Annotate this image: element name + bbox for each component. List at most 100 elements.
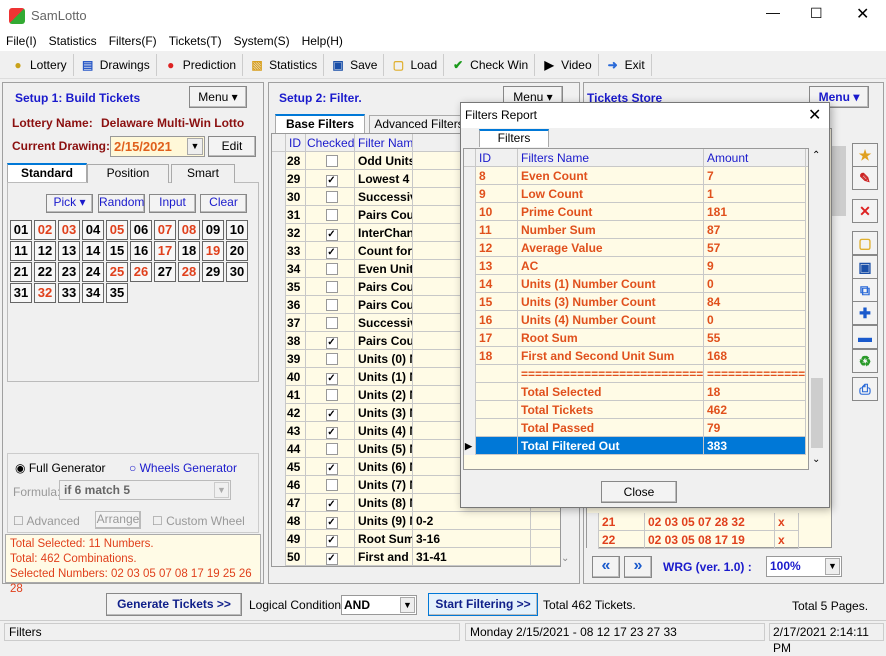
row-indicator[interactable]: [272, 476, 286, 494]
number-32-button[interactable]: 32: [34, 283, 56, 303]
row-indicator[interactable]: [464, 275, 476, 293]
report-row[interactable]: 8 Even Count 7: [464, 167, 806, 185]
pick-button[interactable]: Pick ▾: [46, 194, 93, 213]
random-button[interactable]: Random: [98, 194, 145, 213]
checkbox-checked-icon[interactable]: ✓: [325, 337, 338, 349]
row-indicator[interactable]: [272, 188, 286, 206]
advanced-checkbox[interactable]: ☐ Advanced: [13, 514, 80, 528]
logical-condition-select[interactable]: AND ▼: [341, 595, 417, 615]
number-21-button[interactable]: 21: [10, 262, 32, 282]
toolbar-prediction-button[interactable]: ● Prediction: [157, 54, 244, 76]
number-13-button[interactable]: 13: [58, 241, 80, 261]
number-22-button[interactable]: 22: [34, 262, 56, 282]
report-row[interactable]: Total Selected 18: [464, 383, 806, 401]
row-indicator[interactable]: [464, 401, 476, 419]
setup1-menu-button[interactable]: Menu ▾: [189, 86, 247, 108]
row-indicator[interactable]: [464, 203, 476, 221]
number-18-button[interactable]: 18: [178, 241, 200, 261]
number-33-button[interactable]: 33: [58, 283, 80, 303]
row-indicator[interactable]: [272, 152, 286, 170]
report-row[interactable]: 9 Low Count 1: [464, 185, 806, 203]
checkbox-unchecked-icon[interactable]: [325, 281, 338, 293]
next-page-button[interactable]: »: [624, 556, 652, 578]
checkbox-unchecked-icon[interactable]: [325, 389, 338, 401]
copy-icon[interactable]: ⧉: [852, 278, 878, 302]
report-row[interactable]: 17 Root Sum 55: [464, 329, 806, 347]
number-28-button[interactable]: 28: [178, 262, 200, 282]
row-indicator[interactable]: [464, 293, 476, 311]
number-06-button[interactable]: 06: [130, 220, 152, 240]
tab-advanced-filters[interactable]: Advanced Filters: [369, 115, 469, 133]
row-indicator[interactable]: [272, 512, 286, 530]
row-indicator[interactable]: [272, 278, 286, 296]
number-05-button[interactable]: 05: [106, 220, 128, 240]
row-indicator[interactable]: [272, 440, 286, 458]
dialog-close-button[interactable]: Close: [601, 481, 677, 503]
menu-1[interactable]: Statistics: [49, 34, 97, 48]
delete-icon[interactable]: ✕: [852, 199, 878, 223]
open-icon[interactable]: ▢: [852, 231, 878, 255]
number-14-button[interactable]: 14: [82, 241, 104, 261]
report-row[interactable]: ▶ Total Filtered Out 383: [464, 437, 806, 455]
number-12-button[interactable]: 12: [34, 241, 56, 261]
checkbox-unchecked-icon[interactable]: [325, 263, 338, 275]
clear-button[interactable]: Clear: [200, 194, 247, 213]
ticket-row[interactable]: 21 02 03 05 07 28 32 x: [587, 513, 799, 531]
number-15-button[interactable]: 15: [106, 241, 128, 261]
row-indicator[interactable]: [272, 350, 286, 368]
toolbar-save-button[interactable]: ▣ Save: [324, 54, 385, 76]
toolbar-lottery-button[interactable]: ● Lottery: [4, 54, 74, 76]
row-indicator[interactable]: [464, 365, 476, 383]
number-34-button[interactable]: 34: [82, 283, 104, 303]
number-17-button[interactable]: 17: [154, 241, 176, 261]
report-row[interactable]: 10 Prime Count 181: [464, 203, 806, 221]
row-indicator[interactable]: [272, 314, 286, 332]
row-indicator[interactable]: [272, 422, 286, 440]
row-indicator[interactable]: [464, 383, 476, 401]
number-01-button[interactable]: 01: [10, 220, 32, 240]
toolbar-video-button[interactable]: ▶ Video: [535, 54, 599, 76]
save-icon[interactable]: ▣: [852, 255, 878, 279]
arrange-button[interactable]: Arrange: [95, 511, 141, 529]
column-header[interactable]: [272, 134, 286, 152]
checkbox-checked-icon[interactable]: ✓: [325, 409, 338, 421]
menu-2[interactable]: Filters(F): [109, 34, 157, 48]
checkbox-checked-icon[interactable]: ✓: [325, 175, 338, 187]
formula-select[interactable]: if 6 match 5 ▼: [59, 480, 231, 500]
current-row-arrow-icon[interactable]: ▶: [464, 437, 476, 455]
scroll-down-icon[interactable]: ⌄: [812, 454, 820, 465]
checkbox-checked-icon[interactable]: ✓: [325, 373, 338, 385]
scroll-thumb[interactable]: [832, 146, 846, 216]
chevron-down-icon[interactable]: ▼: [187, 138, 203, 155]
number-20-button[interactable]: 20: [226, 241, 248, 261]
checkbox-checked-icon[interactable]: ✓: [325, 463, 338, 475]
custom-wheel-checkbox[interactable]: ☐ Custom Wheel: [152, 514, 245, 528]
row-indicator[interactable]: [272, 386, 286, 404]
toolbar-load-button[interactable]: ▢ Load: [384, 54, 445, 76]
checkbox-checked-icon[interactable]: ✓: [325, 229, 338, 241]
number-26-button[interactable]: 26: [130, 262, 152, 282]
menu-0[interactable]: File(I): [6, 34, 37, 48]
row-indicator[interactable]: [272, 332, 286, 350]
toolbar-statistics-button[interactable]: ▧ Statistics: [243, 54, 325, 76]
checkbox-unchecked-icon[interactable]: [325, 479, 338, 491]
filters-scroll-down-icon[interactable]: ⌄: [561, 553, 569, 564]
zoom-select[interactable]: 100% ▼: [766, 556, 842, 577]
filter-row[interactable]: 49 ✓ Root Sum 3-16: [272, 530, 560, 548]
recycle-icon[interactable]: ♻: [852, 349, 878, 373]
row-indicator[interactable]: [272, 224, 286, 242]
toolbar-drawings-button[interactable]: ▤ Drawings: [74, 54, 157, 76]
input-button[interactable]: Input: [149, 194, 196, 213]
checkbox-unchecked-icon[interactable]: [325, 317, 338, 329]
row-indicator[interactable]: [272, 494, 286, 512]
row-indicator[interactable]: [587, 513, 599, 531]
checkbox-unchecked-icon[interactable]: [325, 299, 338, 311]
print-icon[interactable]: ⎙: [852, 377, 878, 401]
row-indicator[interactable]: [464, 257, 476, 275]
start-filtering-button[interactable]: Start Filtering >>: [428, 593, 538, 616]
column-header[interactable]: Filter Name: [355, 134, 413, 152]
number-11-button[interactable]: 11: [10, 241, 32, 261]
report-row[interactable]: 14 Units (1) Number Count 0: [464, 275, 806, 293]
filter-value[interactable]: 31-41: [413, 548, 531, 566]
report-row[interactable]: 16 Units (4) Number Count 0: [464, 311, 806, 329]
